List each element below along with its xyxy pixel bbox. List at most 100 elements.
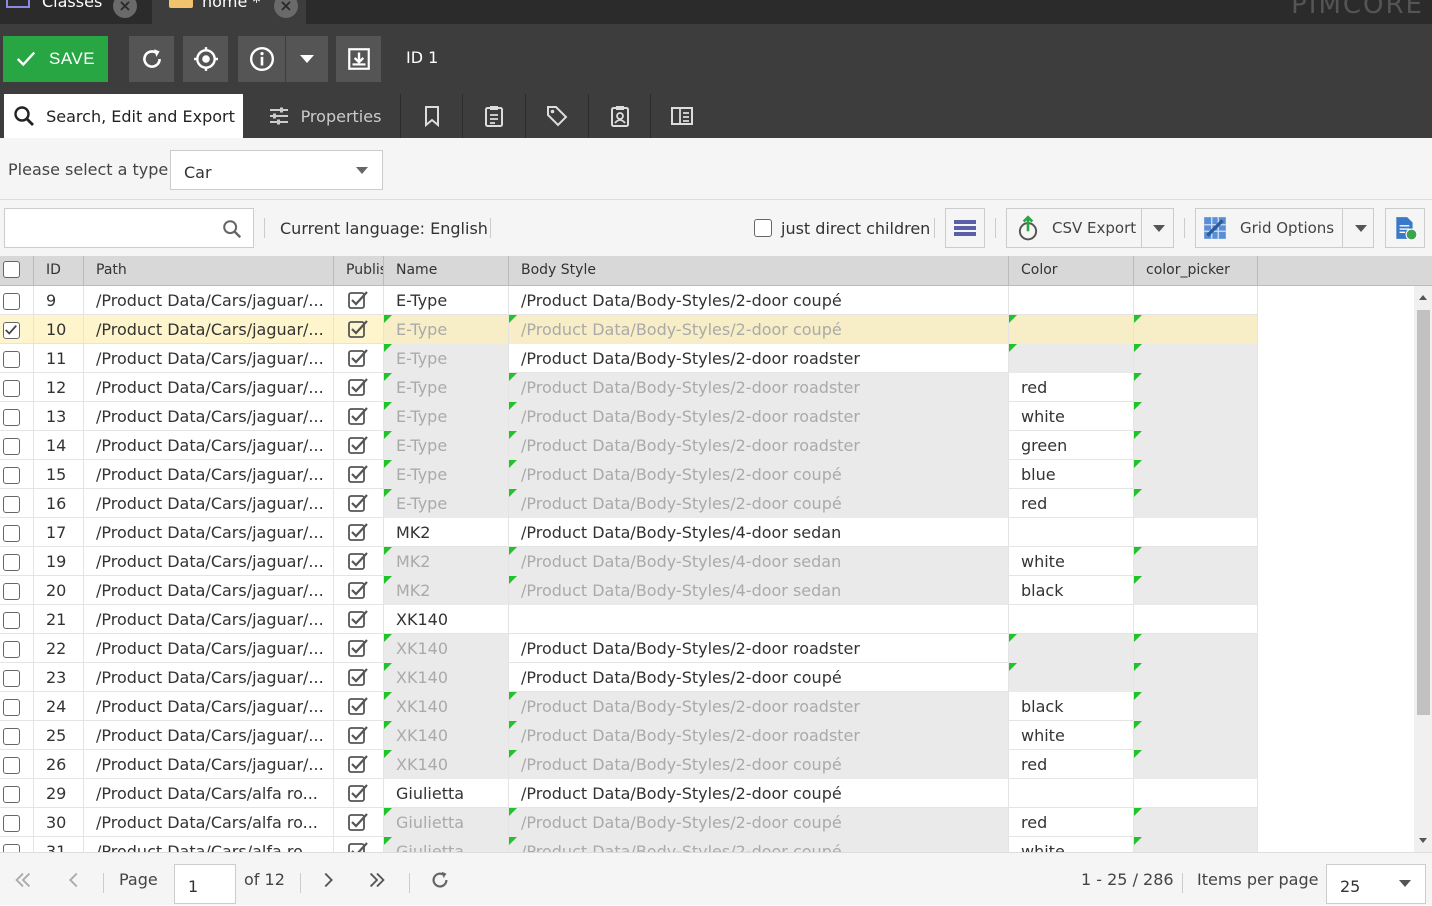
color-picker-cell[interactable] (1134, 547, 1258, 576)
color-picker-cell[interactable] (1134, 779, 1258, 808)
published-checkbox-icon[interactable] (348, 552, 368, 570)
color-cell[interactable]: black (1009, 692, 1134, 721)
id-cell[interactable]: 17 (34, 518, 84, 547)
path-cell[interactable]: /Product Data/Cars/alfa ro... (84, 808, 334, 837)
color-cell[interactable] (1009, 518, 1134, 547)
published-checkbox-icon[interactable] (348, 436, 368, 454)
id-cell[interactable]: 29 (34, 779, 84, 808)
search-input[interactable] (4, 208, 254, 248)
name-cell[interactable]: XK140 (384, 721, 509, 750)
color-picker-cell[interactable] (1134, 518, 1258, 547)
column-header-id[interactable]: ID (34, 256, 84, 286)
name-cell[interactable]: XK140 (384, 692, 509, 721)
search-icon[interactable] (221, 218, 243, 240)
locate-button[interactable] (183, 36, 228, 82)
color-picker-cell[interactable] (1134, 315, 1258, 344)
name-cell[interactable]: E-Type (384, 460, 509, 489)
id-cell[interactable]: 20 (34, 576, 84, 605)
chevron-down-icon[interactable] (1355, 225, 1367, 232)
table-row[interactable]: 31/Product Data/Cars/alfa ro... Giulietta… (0, 837, 1258, 852)
published-checkbox-icon[interactable] (348, 726, 368, 744)
published-cell[interactable] (334, 605, 384, 634)
id-cell[interactable]: 14 (34, 431, 84, 460)
row-select-cell[interactable] (0, 431, 34, 460)
path-cell[interactable]: /Product Data/Cars/jaguar/... (84, 721, 334, 750)
color-cell[interactable] (1009, 286, 1134, 315)
color-cell[interactable] (1009, 663, 1134, 692)
row-select-cell[interactable] (0, 634, 34, 663)
row-checkbox[interactable] (3, 815, 20, 832)
path-cell[interactable]: /Product Data/Cars/jaguar/... (84, 373, 334, 402)
column-header-body-style[interactable]: Body Style (509, 256, 1009, 286)
scrollbar-thumb[interactable] (1417, 310, 1430, 715)
row-checkbox[interactable] (3, 757, 20, 774)
info-dropdown-button[interactable] (286, 36, 328, 82)
color-cell[interactable]: red (1009, 750, 1134, 779)
row-select-cell[interactable] (0, 344, 34, 373)
body-style-cell[interactable]: /Product Data/Body-Styles/4-door sedan (509, 518, 1009, 547)
published-cell[interactable] (334, 634, 384, 663)
body-style-cell[interactable]: /Product Data/Body-Styles/2-door coupé (509, 750, 1009, 779)
row-checkbox[interactable] (3, 583, 20, 600)
name-cell[interactable]: XK140 (384, 605, 509, 634)
table-row[interactable]: 25/Product Data/Cars/jaguar/... XK140/Pro… (0, 721, 1258, 750)
name-cell[interactable]: Giulietta (384, 837, 509, 852)
table-row[interactable]: 19/Product Data/Cars/jaguar/... MK2/Produ… (0, 547, 1258, 576)
path-cell[interactable]: /Product Data/Cars/jaguar/... (84, 286, 334, 315)
items-per-page-select[interactable]: 25 (1326, 864, 1426, 904)
published-cell[interactable] (334, 779, 384, 808)
published-checkbox-icon[interactable] (348, 668, 368, 686)
row-checkbox[interactable] (3, 844, 20, 852)
table-row[interactable]: 13/Product Data/Cars/jaguar/... E-Type/Pr… (0, 402, 1258, 431)
tab-notes[interactable] (463, 94, 524, 138)
save-button[interactable]: SAVE (3, 36, 108, 82)
row-checkbox[interactable] (3, 699, 20, 716)
table-row[interactable]: 16/Product Data/Cars/jaguar/... E-Type/Pr… (0, 489, 1258, 518)
published-cell[interactable] (334, 315, 384, 344)
row-checkbox[interactable] (3, 670, 20, 687)
path-cell[interactable]: /Product Data/Cars/jaguar/... (84, 431, 334, 460)
color-cell[interactable] (1009, 605, 1134, 634)
name-cell[interactable]: XK140 (384, 750, 509, 779)
row-select-cell[interactable] (0, 547, 34, 576)
type-select[interactable]: Car (170, 150, 383, 190)
body-style-cell[interactable]: /Product Data/Body-Styles/4-door sedan (509, 547, 1009, 576)
id-cell[interactable]: 21 (34, 605, 84, 634)
name-cell[interactable]: Giulietta (384, 779, 509, 808)
id-cell[interactable]: 19 (34, 547, 84, 576)
column-header-published[interactable]: Publis (334, 256, 384, 286)
row-checkbox[interactable] (3, 467, 20, 484)
name-cell[interactable]: XK140 (384, 663, 509, 692)
name-cell[interactable]: XK140 (384, 634, 509, 663)
body-style-cell[interactable]: /Product Data/Body-Styles/2-door coupé (509, 286, 1009, 315)
name-cell[interactable]: E-Type (384, 402, 509, 431)
published-cell[interactable] (334, 547, 384, 576)
tab-search-edit-export[interactable]: Search, Edit and Export (4, 94, 243, 138)
chevron-down-icon[interactable] (1153, 225, 1165, 232)
table-row[interactable]: 11/Product Data/Cars/jaguar/... E-Type/Pr… (0, 344, 1258, 373)
table-row[interactable]: 9/Product Data/Cars/jaguar/... E-Type/Pro… (0, 286, 1258, 315)
color-cell[interactable]: red (1009, 489, 1134, 518)
close-icon[interactable]: × (274, 0, 298, 18)
table-row[interactable]: 26/Product Data/Cars/jaguar/... XK140/Pro… (0, 750, 1258, 779)
row-select-cell[interactable] (0, 460, 34, 489)
published-cell[interactable] (334, 431, 384, 460)
path-cell[interactable]: /Product Data/Cars/jaguar/... (84, 547, 334, 576)
name-cell[interactable]: E-Type (384, 431, 509, 460)
published-cell[interactable] (334, 518, 384, 547)
tab-home[interactable]: home * × (152, 0, 306, 24)
row-select-cell[interactable] (0, 808, 34, 837)
row-select-cell[interactable] (0, 489, 34, 518)
column-header-path[interactable]: Path (84, 256, 334, 286)
color-picker-cell[interactable] (1134, 721, 1258, 750)
body-style-cell[interactable]: /Product Data/Body-Styles/2-door coupé (509, 460, 1009, 489)
name-cell[interactable]: MK2 (384, 547, 509, 576)
published-checkbox-icon[interactable] (348, 320, 368, 338)
color-cell[interactable] (1009, 779, 1134, 808)
row-select-cell[interactable] (0, 779, 34, 808)
scroll-up-icon[interactable] (1419, 295, 1427, 300)
select-all-checkbox[interactable] (3, 261, 20, 278)
body-style-cell[interactable]: /Product Data/Body-Styles/2-door coupé (509, 663, 1009, 692)
published-checkbox-icon[interactable] (348, 291, 368, 309)
close-icon[interactable]: × (113, 0, 137, 18)
